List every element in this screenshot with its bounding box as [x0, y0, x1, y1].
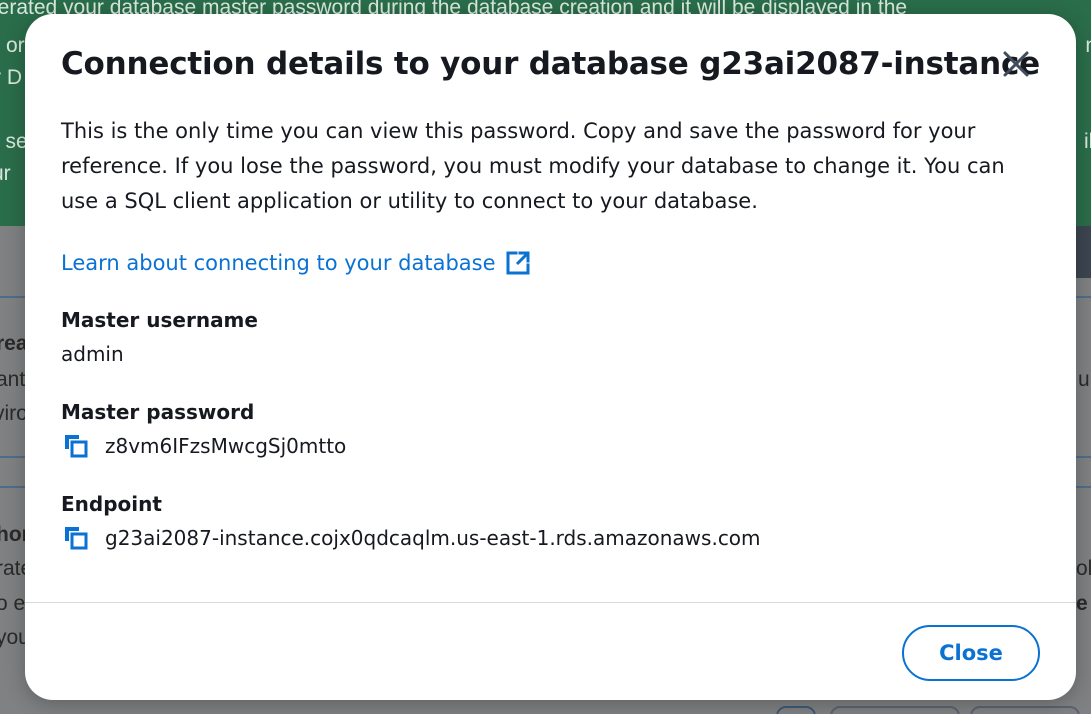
background-text: rea: [0, 332, 28, 355]
footer-divider: [25, 602, 1076, 603]
banner-text-fragment: n: [1085, 26, 1091, 66]
master-password-value: z8vm6IFzsMwcgSj0mtto: [105, 434, 347, 458]
background-text: o e: [0, 592, 26, 615]
background-text: viro: [0, 402, 28, 425]
banner-text-line: r D: [0, 66, 22, 89]
connection-details-modal: Connection details to your database g23a…: [25, 14, 1076, 700]
background-text: u: [1078, 368, 1090, 391]
endpoint-value: g23ai2087-instance.cojx0qdcaqlm.us-east-…: [105, 526, 761, 550]
learn-more-link[interactable]: Learn about connecting to your database: [61, 247, 531, 279]
copy-icon[interactable]: [61, 523, 91, 553]
background-divider: [1074, 296, 1091, 298]
master-username-value: admin: [61, 342, 124, 366]
banner-text-fragment: ile: [1083, 130, 1091, 153]
field-value-row: z8vm6IFzsMwcgSj0mtto: [61, 429, 1040, 463]
field-value-row: g23ai2087-instance.cojx0qdcaqlm.us-east-…: [61, 521, 1040, 555]
background-text: ant: [0, 368, 26, 391]
field-value-row: admin: [61, 337, 1040, 371]
field-label: Master username: [61, 308, 258, 332]
master-username-field: Master username admin: [61, 303, 1040, 371]
background-text: ol: [1076, 557, 1091, 580]
close-icon[interactable]: [996, 44, 1036, 84]
banner-text-line: ur: [0, 162, 11, 185]
field-label: Master password: [61, 400, 255, 424]
background-divider: [1074, 486, 1091, 488]
modal-body: This is the only time you can view this …: [61, 114, 1040, 555]
modal-header: Connection details to your database g23a…: [61, 42, 1046, 90]
close-icon-glyph: [1003, 51, 1029, 77]
background-button: [830, 706, 960, 714]
endpoint-field: Endpoint g23ai2087-instance.cojx0qdcaqlm…: [61, 487, 1040, 555]
copy-icon[interactable]: [61, 431, 91, 461]
close-button[interactable]: Close: [902, 625, 1040, 681]
background-divider: [1074, 456, 1091, 458]
modal-description: This is the only time you can view this …: [61, 119, 1005, 213]
background-text: e: [1076, 592, 1088, 615]
external-link-icon: [505, 250, 531, 276]
modal-title: Connection details to your database g23a…: [61, 46, 1041, 82]
field-label: Endpoint: [61, 492, 162, 516]
learn-more-link-label: Learn about connecting to your database: [61, 251, 496, 275]
background-header-block: [1076, 226, 1091, 278]
background-button: [776, 706, 816, 714]
background-button: [970, 706, 1080, 714]
master-password-field: Master password z8vm6IFzsMwcgSj0mtto: [61, 395, 1040, 463]
